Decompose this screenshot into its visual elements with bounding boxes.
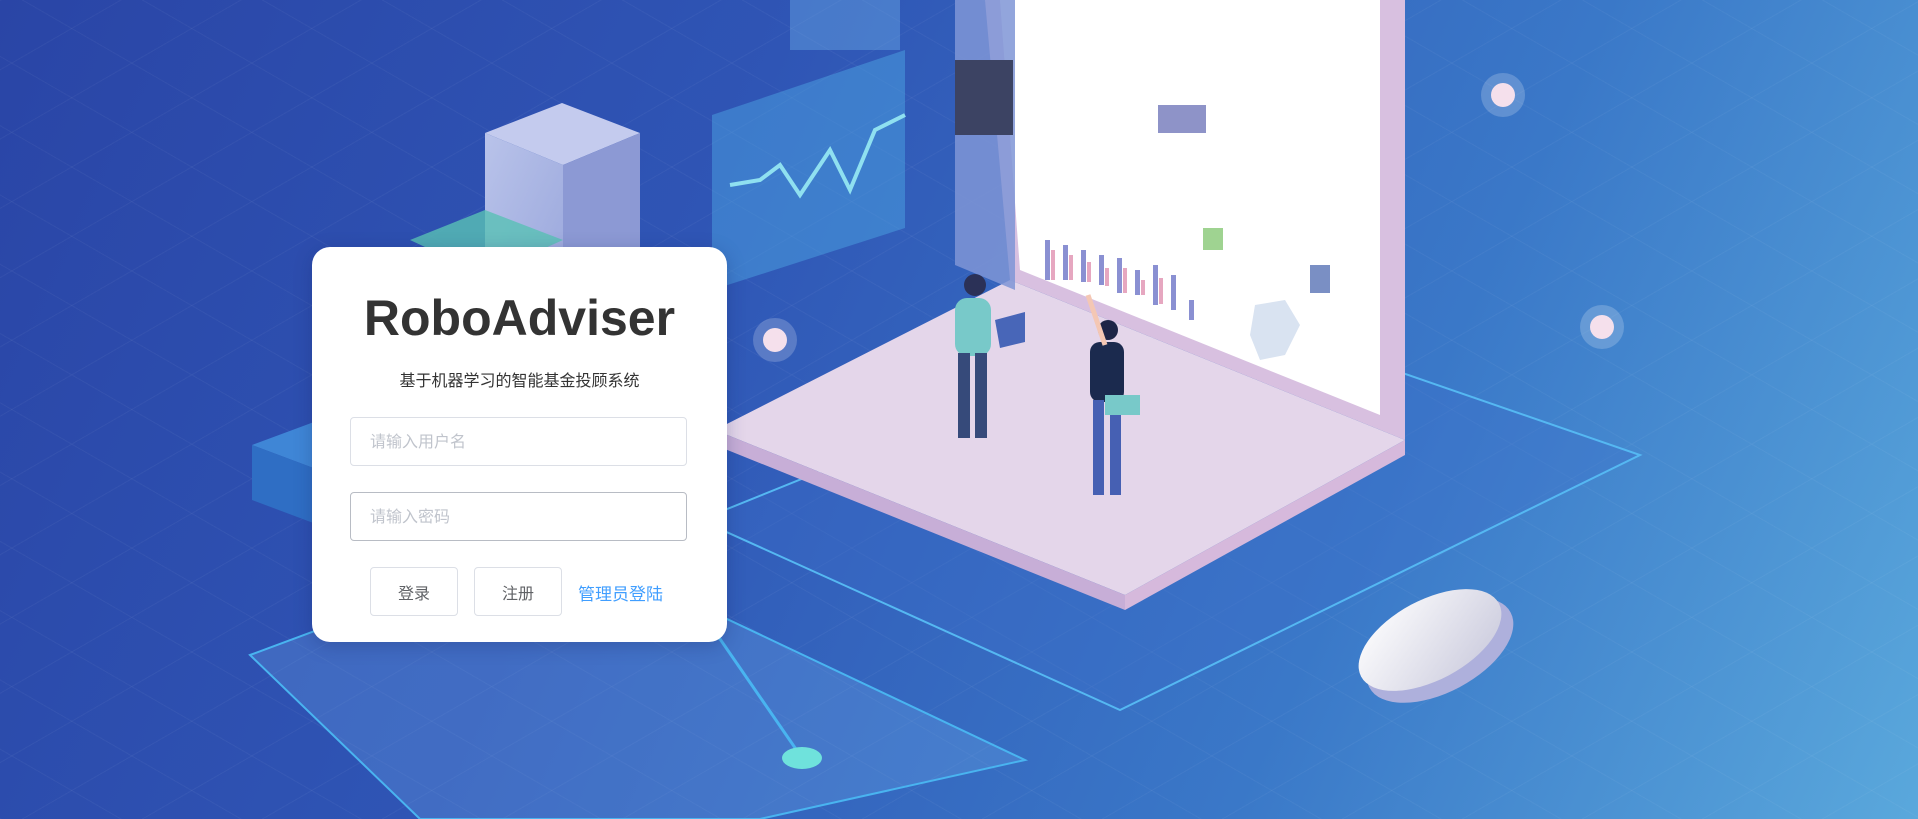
- screen-blue-box: [1310, 265, 1330, 293]
- panel-top: [790, 0, 900, 50]
- admin-login-link[interactable]: 管理员登陆: [578, 580, 663, 605]
- sidebar-dark: [955, 60, 1013, 135]
- floating-chart-panel: [712, 50, 905, 290]
- app-subtitle: 基于机器学习的智能基金投顾系统: [399, 371, 640, 390]
- login-button[interactable]: 登录: [370, 567, 458, 616]
- screen-sidebar: [955, 0, 1015, 290]
- login-card: RoboAdviser 基于机器学习的智能基金投顾系统 登录 注册 管理员登陆: [312, 247, 727, 642]
- mouse-illustration: [1358, 589, 1514, 703]
- app-title: RoboAdviser: [363, 290, 676, 346]
- login-page: RoboAdviser 基于机器学习的智能基金投顾系统 登录 注册 管理员登陆: [0, 0, 1918, 819]
- background-illustration: [248, 0, 1643, 819]
- password-input[interactable]: [350, 492, 687, 541]
- register-button[interactable]: 注册: [474, 567, 562, 616]
- screen-highlight: [1158, 105, 1206, 133]
- screen-green-box: [1203, 228, 1223, 250]
- username-input[interactable]: [350, 417, 687, 466]
- connector-node: [782, 747, 822, 769]
